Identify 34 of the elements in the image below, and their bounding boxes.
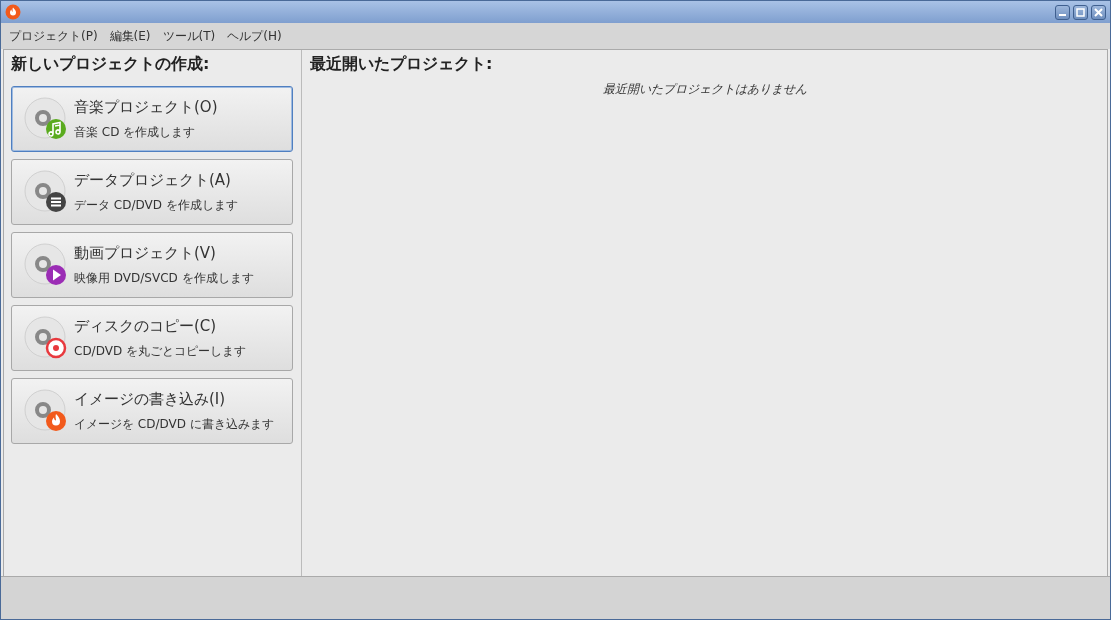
project-button[interactable]: データプロジェクト(A) データ CD/DVD を作成します	[11, 159, 293, 225]
section-heading: 最近開いたプロジェクト:	[310, 54, 494, 75]
maximize-button[interactable]	[1073, 4, 1088, 20]
project-title: 動画プロジェクト(V)	[74, 243, 217, 263]
project-title: ディスクのコピー(C)	[74, 316, 218, 336]
menu-item[interactable]: ヘルプ(H)	[227, 27, 282, 45]
disc-play-icon	[24, 243, 68, 287]
minimize-button[interactable]	[1055, 4, 1070, 20]
disc-music-icon	[24, 97, 68, 141]
close-icon	[1094, 7, 1103, 17]
project-description: CD/DVD を丸ごとコピーします	[74, 342, 246, 360]
disc-flame-icon	[24, 389, 68, 433]
project-description: データ CD/DVD を作成します	[74, 196, 238, 214]
project-button[interactable]: ディスクのコピー(C) CD/DVD を丸ごとコピーします	[11, 305, 293, 371]
menu-item[interactable]: プロジェクト(P)	[9, 27, 98, 45]
flame-icon	[5, 4, 21, 20]
disc-target-icon	[24, 316, 68, 360]
menu-item[interactable]: 編集(E)	[109, 27, 151, 45]
project-button[interactable]: 音楽プロジェクト(O) 音楽 CD を作成します	[11, 86, 293, 152]
disc-list-icon	[24, 170, 68, 214]
project-title: 音楽プロジェクト(O)	[74, 97, 218, 117]
project-title: イメージの書き込み(I)	[74, 389, 227, 409]
project-button[interactable]: イメージの書き込み(I) イメージを CD/DVD に書き込みます	[11, 378, 293, 444]
minimize-icon	[1059, 13, 1066, 16]
project-description: 映像用 DVD/SVCD を作成します	[74, 269, 254, 287]
project-button[interactable]: 動画プロジェクト(V) 映像用 DVD/SVCD を作成します	[11, 232, 293, 298]
project-title: データプロジェクト(A)	[74, 170, 232, 190]
maximize-icon	[1076, 7, 1085, 17]
menu-item[interactable]: ツール(T)	[162, 27, 216, 45]
project-description: 音楽 CD を作成します	[74, 123, 197, 141]
project-description: イメージを CD/DVD に書き込みます	[74, 415, 274, 433]
section-heading: 新しいプロジェクトの作成:	[11, 54, 211, 75]
empty-message: 最近開いたプロジェクトはありません	[601, 81, 808, 98]
close-button[interactable]	[1091, 4, 1106, 20]
